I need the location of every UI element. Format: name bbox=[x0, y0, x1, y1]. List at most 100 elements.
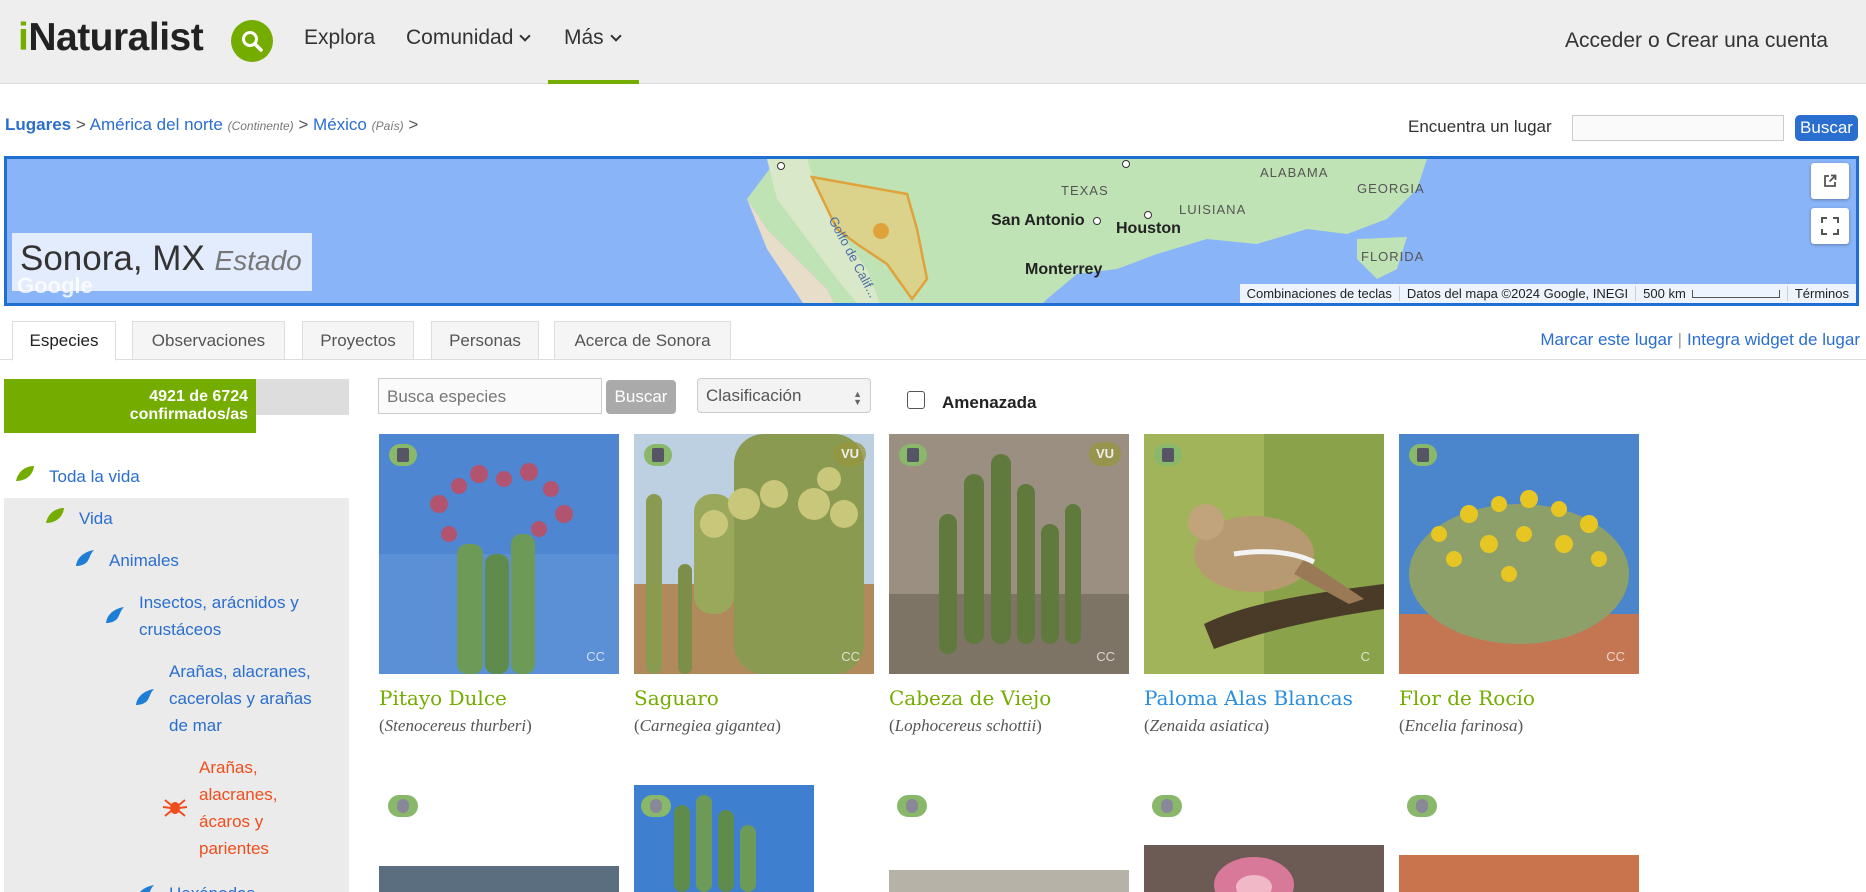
map-footer: Combinaciones de teclas Datos del mapa ©… bbox=[1239, 284, 1856, 303]
map-label-florida: FLORIDA bbox=[1361, 249, 1425, 264]
header-search-button[interactable] bbox=[231, 20, 273, 62]
tab-proyectos[interactable]: Proyectos bbox=[302, 321, 414, 360]
active-nav-underline bbox=[548, 80, 639, 84]
breadcrumb-lugares[interactable]: Lugares bbox=[5, 115, 71, 134]
species-scientific-name: (Zenaida asiatica) bbox=[1144, 716, 1270, 735]
threatened-label: Amenazada bbox=[942, 393, 1037, 412]
map-city-monterrey: Monterrey bbox=[1025, 261, 1103, 278]
species-photo[interactable] bbox=[1399, 855, 1639, 892]
tree-item-vida[interactable]: Vida bbox=[79, 505, 113, 532]
observer-avatar[interactable] bbox=[388, 795, 418, 817]
embed-widget-link[interactable]: Integra widget de lugar bbox=[1687, 330, 1860, 349]
species-photo[interactable]: VU CC bbox=[889, 434, 1129, 674]
observer-avatar[interactable] bbox=[1409, 444, 1437, 466]
species-photo[interactable]: VU CC bbox=[634, 434, 874, 674]
species-photo[interactable]: CC bbox=[1399, 434, 1639, 674]
breadcrumb-north-america[interactable]: América del norte bbox=[90, 115, 223, 134]
observer-avatar[interactable] bbox=[1154, 444, 1182, 466]
select-arrows-icon: ▲ ▼ bbox=[853, 389, 862, 407]
species-common-name[interactable]: Paloma Alas Blancas bbox=[1144, 686, 1353, 710]
conservation-status-badge: VU bbox=[834, 442, 866, 466]
threatened-checkbox[interactable] bbox=[907, 391, 925, 409]
species-common-name[interactable]: Cabeza de Viejo bbox=[889, 686, 1051, 710]
find-place-button[interactable]: Buscar bbox=[1795, 115, 1858, 141]
signup-link[interactable]: Crear una cuenta bbox=[1666, 29, 1828, 52]
leaf-icon bbox=[46, 508, 64, 523]
bird-icon bbox=[106, 607, 124, 623]
species-photo[interactable]: C bbox=[1144, 434, 1384, 674]
breadcrumb: Lugares > América del norte (Continente)… bbox=[5, 115, 419, 134]
flower-photo bbox=[1214, 857, 1294, 892]
find-place-input[interactable] bbox=[1572, 115, 1784, 141]
tree-item-aranas-acaros-selected[interactable]: Arañas, alacranes, ácaros y parientes bbox=[199, 754, 277, 862]
login-link[interactable]: Acceder bbox=[1565, 29, 1642, 52]
observer-avatar[interactable] bbox=[899, 444, 927, 466]
breadcrumb-mexico[interactable]: México bbox=[313, 115, 367, 134]
map-fullscreen-button[interactable] bbox=[1811, 208, 1849, 244]
dove-photo bbox=[1144, 434, 1384, 674]
observer-avatar[interactable] bbox=[644, 444, 672, 466]
bookmark-place-link[interactable]: Marcar este lugar bbox=[1540, 330, 1672, 349]
observer-avatar[interactable] bbox=[897, 795, 927, 817]
species-scientific-name: (Lophocereus schottii) bbox=[889, 716, 1042, 735]
license-badge: CC bbox=[1096, 649, 1115, 664]
fullscreen-icon bbox=[1821, 217, 1839, 235]
cactus-photo bbox=[379, 434, 619, 674]
species-common-name[interactable]: Pitayo Dulce bbox=[379, 686, 507, 710]
species-photo[interactable] bbox=[1144, 845, 1384, 892]
chevron-down-icon bbox=[519, 30, 532, 42]
map-city-dot bbox=[1093, 217, 1101, 225]
map-label-texas: TEXAS bbox=[1061, 183, 1109, 198]
license-badge: C bbox=[1360, 649, 1370, 664]
nav-mas[interactable]: Más bbox=[564, 26, 622, 50]
tree-item-aranas-alacranes-cacerolas[interactable]: Arañas, alacranes, cacerolas y arañas de… bbox=[169, 658, 312, 739]
taxonomy-sidebar: 4921 de 6724 confirmados/as Toda la vida… bbox=[4, 379, 349, 892]
nav-comunidad[interactable]: Comunidad bbox=[406, 26, 532, 50]
observer-avatar[interactable] bbox=[641, 795, 671, 817]
search-icon bbox=[242, 31, 263, 52]
classification-select[interactable]: Clasificación ▲ ▼ bbox=[697, 378, 871, 413]
species-search-input[interactable]: Busca especies bbox=[378, 378, 602, 414]
tab-especies[interactable]: Especies bbox=[12, 321, 116, 361]
observer-avatar[interactable] bbox=[389, 444, 417, 466]
license-badge: CC bbox=[1606, 649, 1625, 664]
species-common-name[interactable]: Saguaro bbox=[634, 686, 719, 710]
observer-avatar[interactable] bbox=[1407, 795, 1437, 817]
species-photo[interactable]: CC bbox=[379, 434, 619, 674]
tree-item-insectos[interactable]: Insectos, arácnidos y crustáceos bbox=[139, 589, 299, 643]
map-label-alabama: ALABAMA bbox=[1260, 165, 1329, 180]
map-data-credit: Datos del mapa ©2024 Google, INEGI bbox=[1398, 286, 1635, 301]
map-scale-bar bbox=[1691, 290, 1780, 298]
species-search-button[interactable]: Buscar bbox=[606, 380, 676, 414]
species-photo[interactable] bbox=[379, 866, 619, 892]
species-photo[interactable] bbox=[889, 870, 1129, 892]
auth-links: Acceder o Crear una cuenta bbox=[1564, 29, 1828, 52]
tab-personas[interactable]: Personas bbox=[431, 321, 539, 360]
tab-links: Marcar este lugar | Integra widget de luga… bbox=[1540, 330, 1860, 349]
map-city-houston: Houston bbox=[1116, 220, 1181, 237]
map-label-georgia: GEORGIA bbox=[1357, 181, 1425, 196]
tree-item-animales[interactable]: Animales bbox=[109, 547, 179, 574]
tab-observaciones[interactable]: Observaciones bbox=[132, 321, 285, 360]
map-city-san-antonio: San Antonio bbox=[991, 212, 1085, 229]
tree-item-hexapodos[interactable]: Hexápodos bbox=[169, 880, 255, 892]
inaturalist-logo[interactable]: iNaturalist bbox=[18, 16, 204, 60]
species-scientific-name: (Encelia farinosa) bbox=[1399, 716, 1524, 735]
map-keyboard-shortcuts[interactable]: Combinaciones de teclas bbox=[1240, 286, 1399, 301]
observer-avatar[interactable] bbox=[1152, 795, 1182, 817]
conservation-status-badge: VU bbox=[1089, 442, 1121, 466]
leaf-icon bbox=[16, 466, 34, 481]
taxonomy-tree: Toda la vida Vida Animales Insectos, ará… bbox=[4, 448, 349, 892]
license-badge: CC bbox=[841, 649, 860, 664]
map-open-external-button[interactable] bbox=[1811, 163, 1849, 199]
tab-acerca[interactable]: Acerca de Sonora bbox=[554, 321, 731, 360]
tree-item-toda-la-vida[interactable]: Toda la vida bbox=[49, 463, 140, 490]
license-badge: CC bbox=[586, 649, 605, 664]
species-common-name[interactable]: Flor de Rocío bbox=[1399, 686, 1535, 710]
flower-photo bbox=[1399, 434, 1639, 674]
map-city-dot bbox=[777, 162, 785, 170]
nav-explora[interactable]: Explora bbox=[304, 26, 375, 50]
map-city-dot bbox=[1122, 160, 1130, 168]
map-terms-link[interactable]: Términos bbox=[1786, 286, 1856, 301]
bird-icon bbox=[136, 689, 154, 705]
